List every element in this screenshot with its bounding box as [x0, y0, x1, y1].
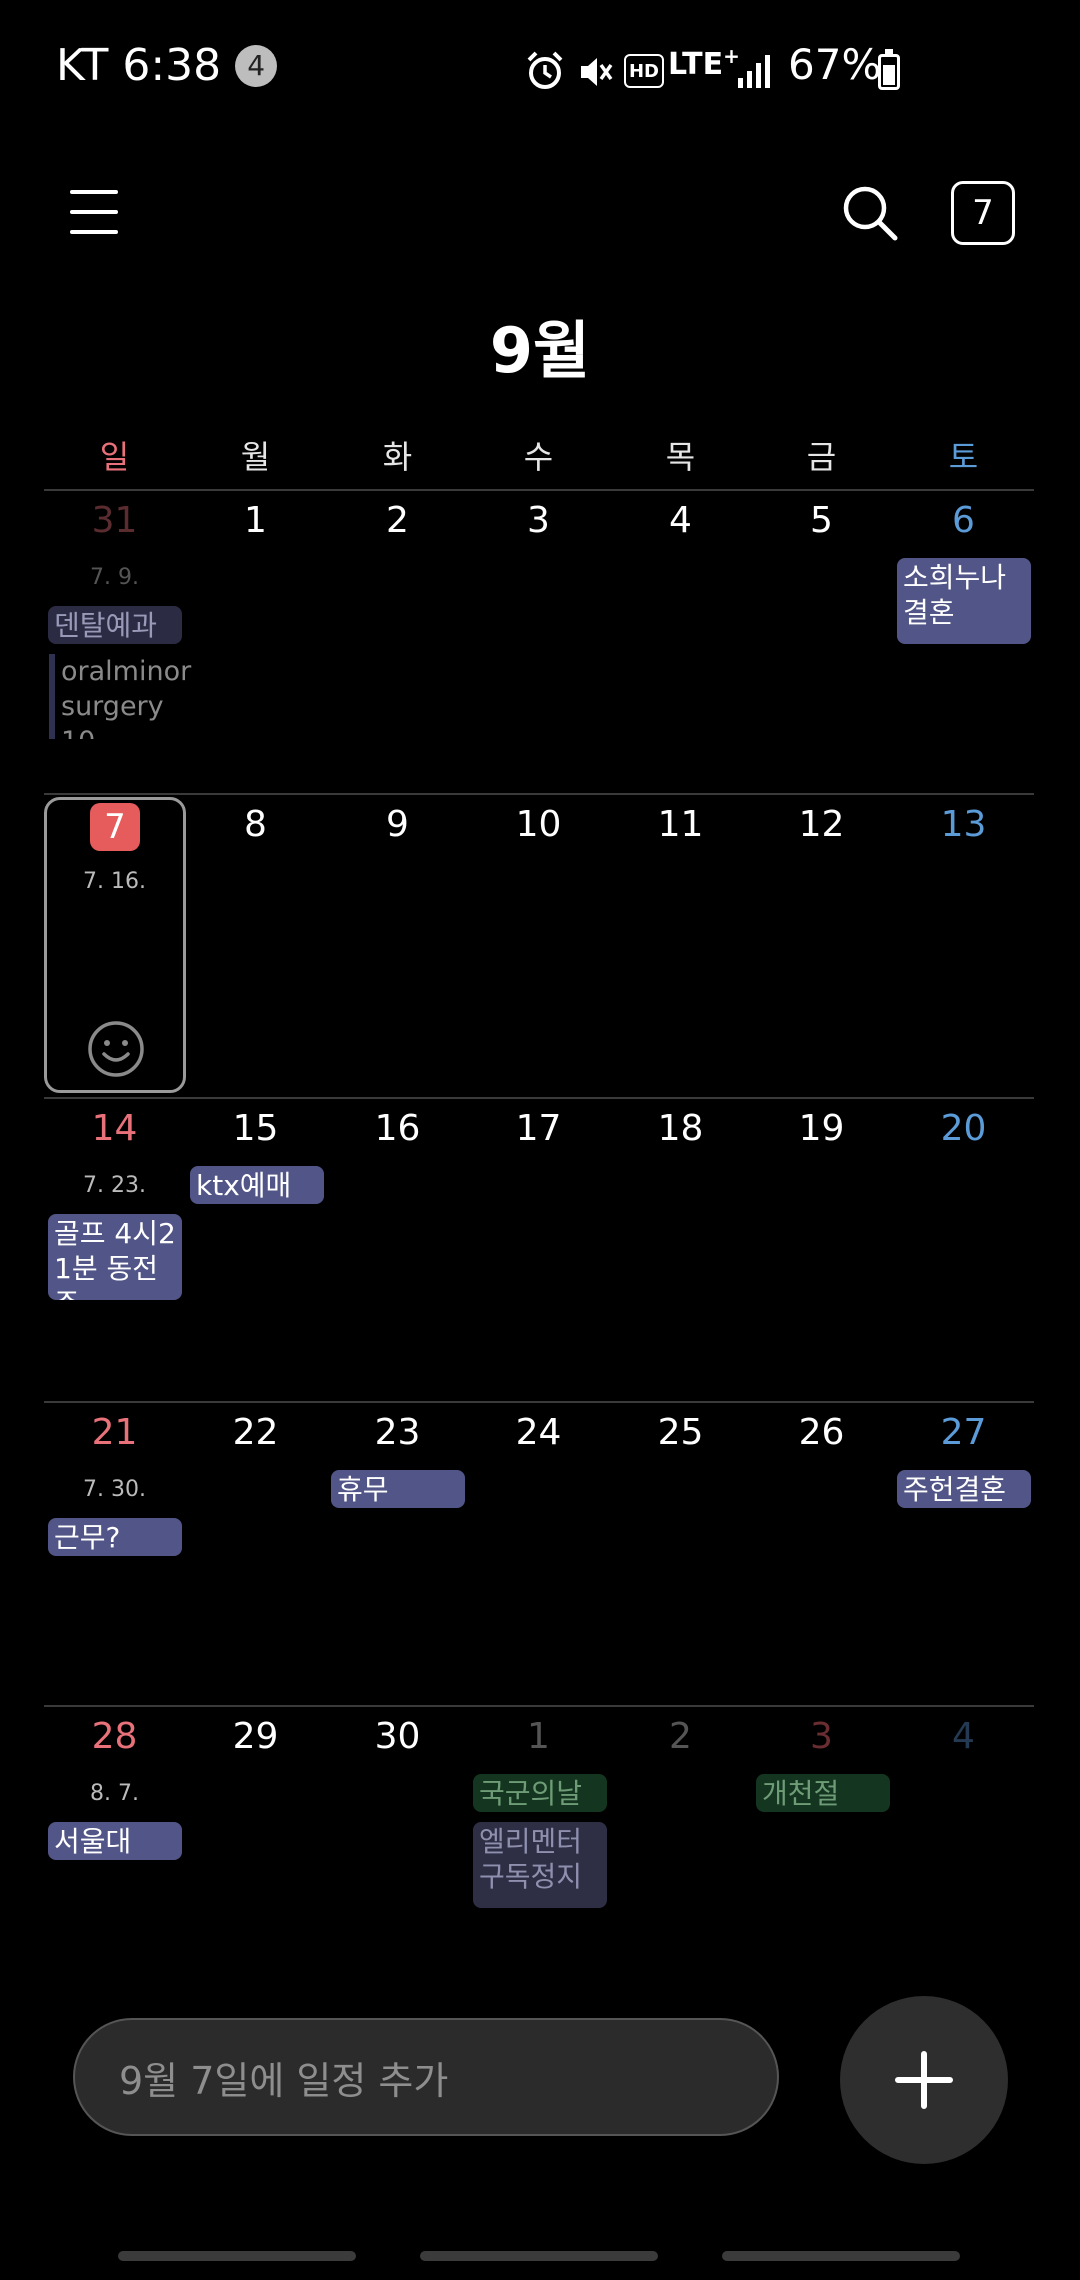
- day-cell[interactable]: 4: [610, 500, 751, 541]
- nav-handle-left[interactable]: [118, 2251, 356, 2261]
- day-cell[interactable]: 27: [893, 1412, 1034, 1453]
- day-cell[interactable]: 17: [468, 1108, 609, 1149]
- signal-icon: [736, 52, 774, 94]
- day-cell[interactable]: 29: [185, 1716, 326, 1757]
- day-cell[interactable]: 1: [185, 500, 326, 541]
- status-bar-left: KT 6:38 4: [56, 40, 278, 91]
- day-cell[interactable]: 8: [185, 804, 326, 845]
- nav-handle-right[interactable]: [722, 2251, 960, 2261]
- day-cell[interactable]: 18: [610, 1108, 751, 1149]
- event-golf-line2: 1분 동전주: [54, 1252, 158, 1300]
- event-snu[interactable]: 서울대: [48, 1822, 182, 1860]
- day-cell[interactable]: 3: [751, 1716, 892, 1757]
- smile-icon[interactable]: [86, 1019, 146, 1079]
- hd-label: HD: [628, 60, 659, 82]
- lunar-date: 8. 7.: [90, 1781, 139, 1806]
- event-work[interactable]: 근무?: [48, 1518, 182, 1556]
- weekday-sat: 토: [948, 438, 979, 476]
- day-cell[interactable]: 21: [44, 1412, 185, 1453]
- lunar-date: 7. 16.: [83, 869, 146, 894]
- menu-icon[interactable]: [70, 188, 122, 236]
- month-title[interactable]: 9월: [0, 300, 1080, 390]
- event-elementor[interactable]: 엘리멘터 구독정지: [473, 1822, 607, 1908]
- today-date-marker: 7: [90, 803, 140, 851]
- day-cell[interactable]: 30: [327, 1716, 468, 1757]
- day-cell[interactable]: 2: [327, 500, 468, 541]
- day-cell[interactable]: 22: [185, 1412, 326, 1453]
- event-wedding-sohee[interactable]: 소희누나 결혼: [897, 558, 1031, 644]
- plus-icon: [895, 2051, 953, 2109]
- notification-count-badge: 4: [235, 44, 278, 87]
- event-oral-surgery-line1: oralminor: [61, 656, 192, 687]
- event-ktx[interactable]: ktx예매: [190, 1166, 324, 1204]
- add-event-button[interactable]: [840, 1996, 1008, 2164]
- day-cell[interactable]: 3: [468, 500, 609, 541]
- event-national-foundation-day[interactable]: 개천절: [756, 1774, 890, 1812]
- event-oral-surgery-line2: surgery 10: [61, 691, 164, 739]
- event-wedding-sohee-line1: 소희누나: [903, 561, 1007, 594]
- week-divider: [44, 489, 1034, 491]
- day-cell[interactable]: 2: [610, 1716, 751, 1757]
- day-cell[interactable]: 25: [610, 1412, 751, 1453]
- day-cell[interactable]: 11: [610, 804, 751, 845]
- weekday-wed: 수: [523, 438, 554, 476]
- weekday-mon: 월: [240, 438, 271, 476]
- battery-percent: 67%: [788, 40, 882, 89]
- day-cell[interactable]: 23: [327, 1412, 468, 1453]
- event-golf[interactable]: 골프 4시2 1분 동전주: [48, 1214, 182, 1300]
- day-cell[interactable]: 19: [751, 1108, 892, 1149]
- day-cell[interactable]: 26: [751, 1412, 892, 1453]
- day-cell[interactable]: 20: [893, 1108, 1034, 1149]
- weekday-sun: 일: [99, 438, 130, 476]
- day-cell[interactable]: 12: [751, 804, 892, 845]
- day-cell[interactable]: 5: [751, 500, 892, 541]
- network-type: LTE+: [668, 44, 740, 82]
- lunar-date: 7. 9.: [90, 565, 139, 590]
- day-cell[interactable]: 4: [893, 1716, 1034, 1757]
- week-divider: [44, 1097, 1034, 1099]
- week-divider: [44, 1705, 1034, 1707]
- today-button[interactable]: 7: [951, 181, 1015, 245]
- carrier-label: KT: [56, 40, 109, 91]
- day-cell[interactable]: 6: [893, 500, 1034, 541]
- battery-icon: [878, 49, 900, 90]
- day-cell[interactable]: 1: [468, 1716, 609, 1757]
- event-golf-line1: 골프 4시2: [54, 1217, 176, 1250]
- weekday-fri: 금: [806, 438, 837, 476]
- week-divider: [44, 1401, 1034, 1403]
- day-cell[interactable]: 10: [468, 804, 609, 845]
- quick-add-event-input[interactable]: 9월 7일에 일정 추가: [73, 2018, 779, 2136]
- event-elementor-line2: 구독정지: [479, 1860, 583, 1893]
- weekday-tue: 화: [382, 438, 413, 476]
- event-juhun-wedding[interactable]: 주헌결혼: [897, 1470, 1031, 1508]
- event-day-off[interactable]: 휴무: [331, 1470, 465, 1508]
- event-armed-forces-day[interactable]: 국군의날: [473, 1774, 607, 1812]
- event-oral-surgery[interactable]: oralminor surgery 10: [49, 654, 193, 739]
- lunar-date: 7. 30.: [83, 1477, 146, 1502]
- mute-icon: [577, 52, 615, 96]
- weekday-thu: 목: [665, 438, 696, 476]
- event-elementor-line1: 엘리멘터: [479, 1825, 583, 1858]
- hd-voice-icon: HD: [624, 54, 664, 88]
- lunar-date: 7. 23.: [83, 1173, 146, 1198]
- day-cell[interactable]: 14: [44, 1108, 185, 1149]
- clock: 6:38: [122, 40, 222, 91]
- event-wedding-sohee-line2: 결혼: [903, 596, 955, 629]
- alarm-icon: [526, 50, 564, 96]
- week-divider: [44, 793, 1034, 795]
- search-icon[interactable]: [840, 183, 900, 243]
- day-cell[interactable]: 16: [327, 1108, 468, 1149]
- network-label: LTE: [668, 47, 724, 82]
- day-cell[interactable]: 24: [468, 1412, 609, 1453]
- day-cell[interactable]: 28: [44, 1716, 185, 1757]
- day-cell[interactable]: 31: [44, 500, 185, 541]
- day-cell[interactable]: 9: [327, 804, 468, 845]
- event-dental[interactable]: 덴탈예과: [48, 606, 182, 644]
- day-cell[interactable]: 13: [893, 804, 1034, 845]
- nav-handle-center[interactable]: [420, 2251, 658, 2261]
- day-cell[interactable]: 15: [185, 1108, 326, 1149]
